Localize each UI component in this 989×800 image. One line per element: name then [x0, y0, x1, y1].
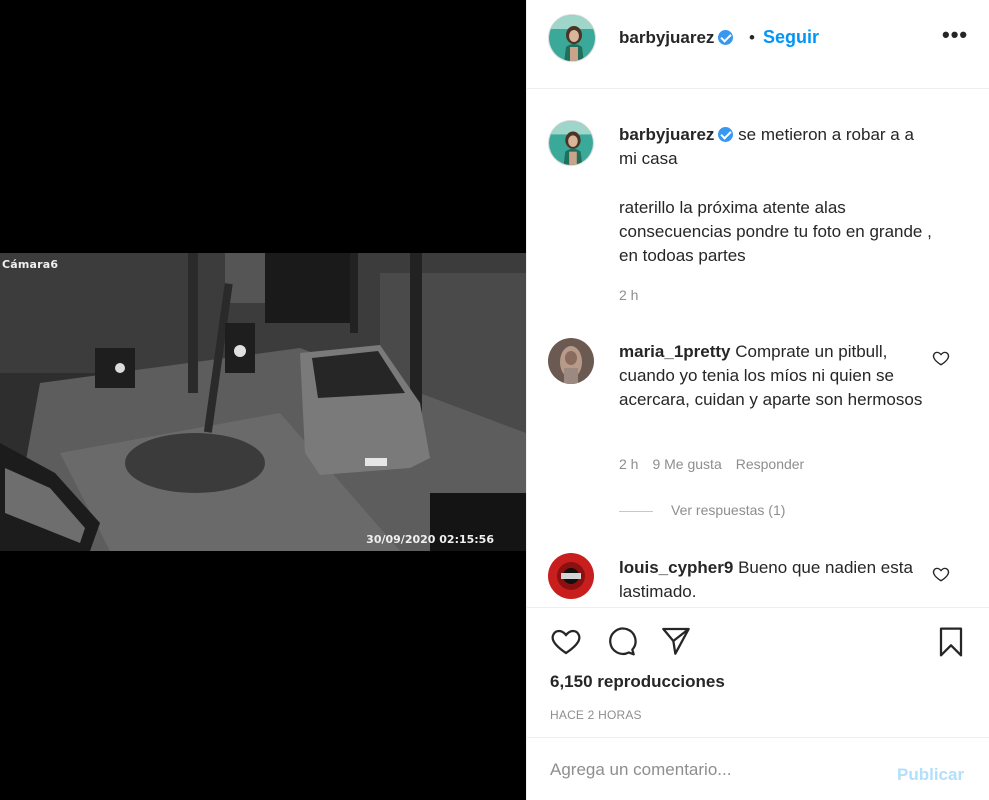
caption-avatar[interactable]: [548, 120, 594, 166]
comment-avatar[interactable]: [548, 338, 594, 384]
add-comment-bar: Publicar: [527, 737, 989, 800]
caption-text: barbyjuarez se metieron a robar a a mi c…: [619, 123, 935, 171]
comments-section[interactable]: barbyjuarez se metieron a robar a a mi c…: [527, 90, 989, 606]
camera-label: Cámara6: [2, 258, 59, 271]
comment-text: louis_cypher9 Bueno que nadien esta last…: [619, 556, 935, 604]
caption-time[interactable]: 2 h: [619, 287, 638, 303]
author-username[interactable]: barbyjuarez: [619, 28, 734, 48]
replies-divider-line: [619, 510, 653, 512]
separator-dot: •: [749, 28, 755, 47]
comment-avatar[interactable]: [548, 553, 594, 599]
comment-username[interactable]: maria_1pretty: [619, 342, 731, 361]
more-options-icon[interactable]: •••: [942, 22, 968, 48]
comment-username[interactable]: louis_cypher9: [619, 558, 733, 577]
verified-badge-icon: [718, 30, 734, 45]
comment-text: maria_1pretty Comprate un pitbull, cuand…: [619, 340, 935, 412]
follow-button[interactable]: Seguir: [763, 27, 819, 48]
camera-timestamp: 30/09/2020 02:15:56: [366, 533, 494, 546]
comment-meta: 2 h 9 Me gusta Responder: [619, 456, 818, 472]
comment-bubble-icon[interactable]: [604, 625, 638, 662]
publish-button[interactable]: Publicar: [897, 765, 964, 785]
author-avatar[interactable]: [548, 14, 596, 62]
view-count[interactable]: 6,150 reproducciones: [550, 672, 725, 692]
comment-input[interactable]: [550, 756, 880, 784]
like-comment-heart-icon[interactable]: [932, 349, 950, 372]
author-avatar-image: [549, 15, 595, 61]
caption-username[interactable]: barbyjuarez: [619, 125, 714, 144]
comment-avatar-image: [548, 338, 594, 384]
post-actions: 6,150 reproducciones HACE 2 HORAS: [527, 607, 989, 737]
post-side-panel: barbyjuarez • Seguir ••• barbyjuarez se …: [526, 0, 989, 800]
caption-avatar-image: [549, 121, 593, 165]
like-heart-icon[interactable]: [549, 625, 583, 662]
comment-time[interactable]: 2 h: [619, 456, 638, 472]
author-username-text[interactable]: barbyjuarez: [619, 28, 714, 47]
comment-likes[interactable]: 9 Me gusta: [652, 456, 721, 472]
comment-avatar-image: [548, 553, 594, 599]
cctv-scene: [0, 253, 526, 551]
view-replies-label[interactable]: Ver respuestas (1): [671, 502, 785, 518]
comment-reply-button[interactable]: Responder: [736, 456, 805, 472]
post-header: barbyjuarez • Seguir •••: [527, 0, 989, 89]
caption-line2: raterillo la próxima atente alas consecu…: [619, 198, 932, 265]
share-send-icon[interactable]: [660, 625, 692, 662]
save-bookmark-icon[interactable]: [935, 625, 967, 664]
post-media[interactable]: Cámara6 30/09/2020 02:15:56: [0, 0, 526, 800]
post-time-ago[interactable]: HACE 2 HORAS: [550, 708, 642, 722]
view-replies-button[interactable]: Ver respuestas (1): [619, 502, 785, 518]
caption-verified-badge-icon: [718, 127, 734, 142]
video-frame[interactable]: Cámara6 30/09/2020 02:15:56: [0, 253, 526, 551]
like-comment-heart-icon[interactable]: [932, 565, 950, 588]
